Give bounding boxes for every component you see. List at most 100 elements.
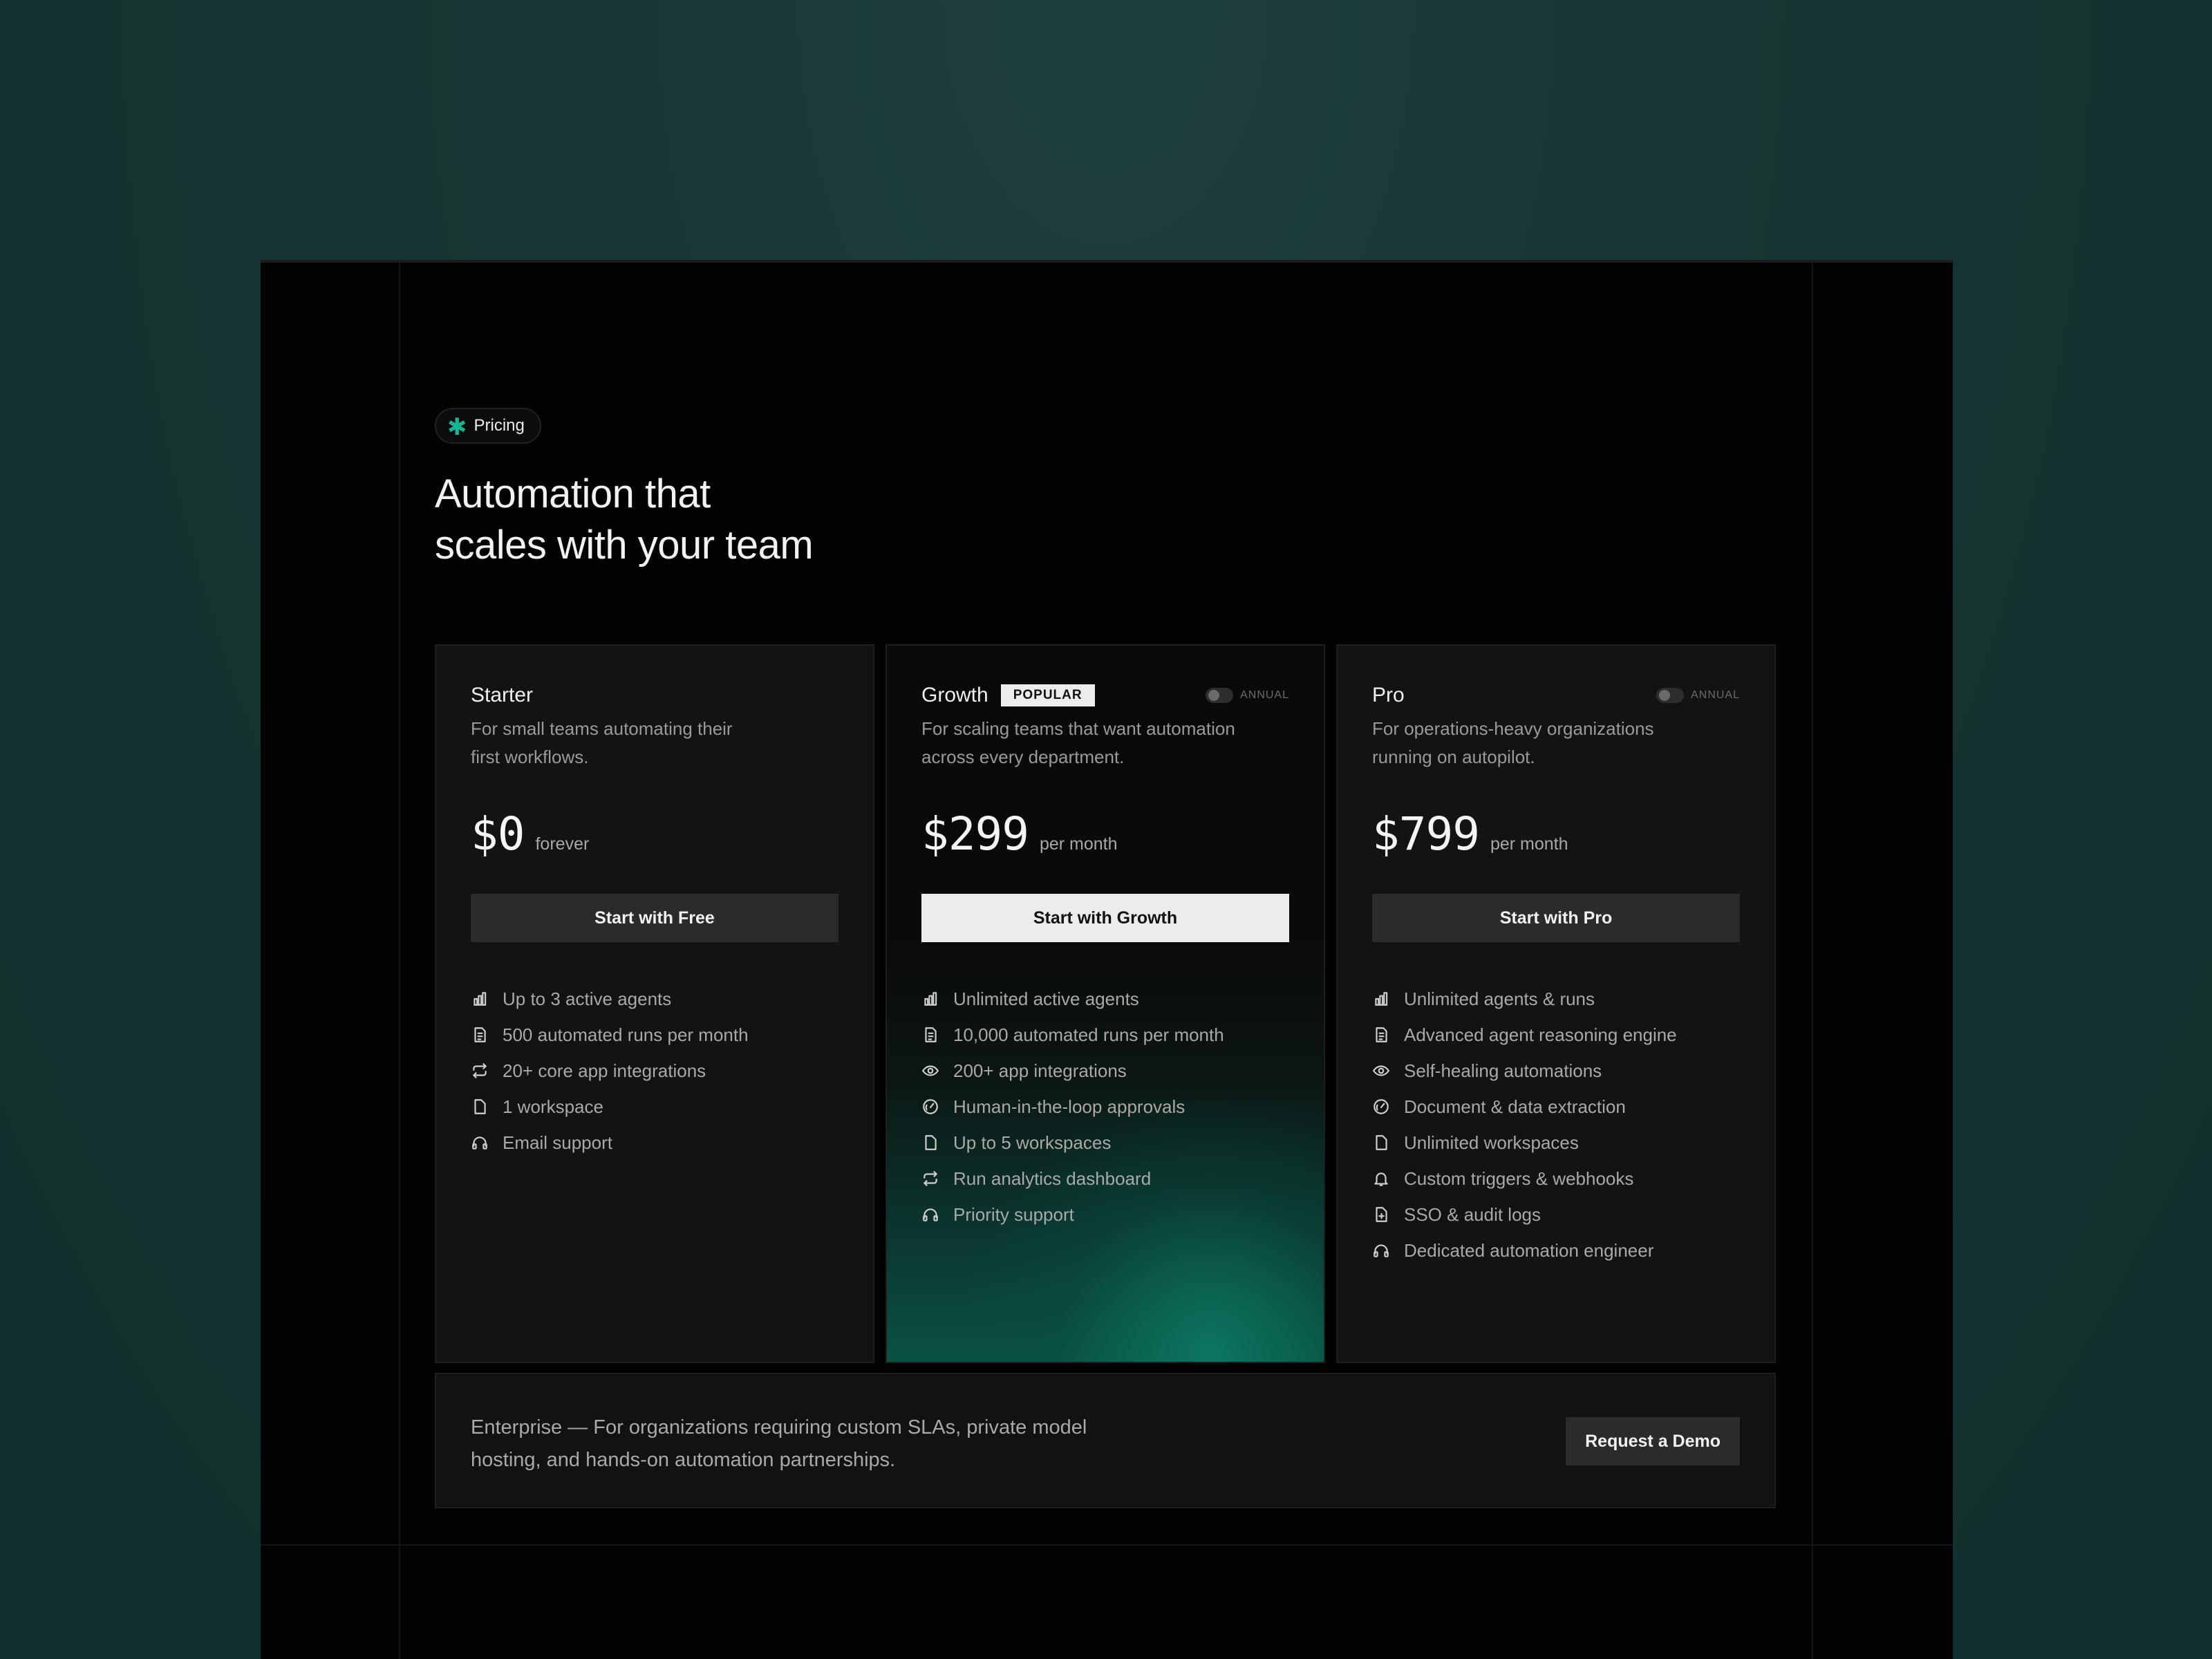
feature-list: Unlimited active agents 10,000 automated … — [921, 981, 1289, 1232]
feature-label: Custom triggers & webhooks — [1404, 1168, 1634, 1189]
feature-item: 500 automated runs per month — [471, 1017, 838, 1053]
enterprise-text: Enterprise — For organizations requiring… — [471, 1416, 1087, 1471]
pricing-section: ✱ Pricing Automation that scales with yo… — [261, 260, 1953, 1659]
file-plus-icon — [1372, 1206, 1390, 1224]
feature-item: Dedicated automation engineer — [1372, 1232, 1740, 1268]
feature-list: Up to 3 active agents 500 automated runs … — [471, 981, 838, 1161]
plan-description: For small teams automating their first w… — [471, 718, 733, 767]
price-row: $0 forever — [471, 807, 838, 861]
feature-item: 1 workspace — [471, 1089, 838, 1125]
plan-period: per month — [1039, 834, 1118, 854]
title-line-2: scales with your team — [435, 523, 814, 568]
bar-chart-icon — [921, 990, 939, 1008]
feature-label: Unlimited agents & runs — [1404, 988, 1595, 1009]
feature-item: Self-healing automations — [1372, 1053, 1740, 1089]
plan-name: Starter — [471, 684, 534, 706]
feature-item: 10,000 automated runs per month — [921, 1017, 1289, 1053]
feature-label: SSO & audit logs — [1404, 1203, 1541, 1225]
grid-line — [261, 1544, 1953, 1546]
plan-name: Growth — [921, 684, 988, 706]
feature-label: 1 workspace — [503, 1096, 603, 1117]
plan-price: $0 — [471, 807, 525, 861]
feature-item: 200+ app integrations — [921, 1053, 1289, 1089]
plan-card-pro: Pro ANNUAL For operations-heavy organiza… — [1336, 644, 1776, 1363]
feature-label: 500 automated runs per month — [503, 1024, 749, 1045]
feature-label: 10,000 automated runs per month — [953, 1024, 1224, 1045]
toggle-knob — [1659, 690, 1671, 701]
toggle-knob — [1208, 690, 1220, 701]
toggle-label: ANNUAL — [1691, 689, 1740, 701]
feature-item: SSO & audit logs — [1372, 1197, 1740, 1232]
title-line-1: Automation that — [435, 471, 711, 516]
feature-label: Unlimited active agents — [953, 988, 1139, 1009]
start-growth-button[interactable]: Start with Growth — [921, 894, 1289, 942]
feature-item: Advanced agent reasoning engine — [1372, 1017, 1740, 1053]
feature-label: Run analytics dashboard — [953, 1168, 1152, 1189]
feature-item: Document & data extraction — [1372, 1089, 1740, 1125]
feature-label: Email support — [503, 1132, 612, 1153]
plan-description: For operations-heavy organizations runni… — [1372, 718, 1654, 767]
headphones-icon — [1372, 1241, 1390, 1259]
annual-toggle[interactable]: ANNUAL — [1206, 688, 1289, 703]
enterprise-banner: Enterprise — For organizations requiring… — [435, 1373, 1776, 1508]
bell-icon — [1372, 1170, 1390, 1188]
section-badge: ✱ Pricing — [435, 408, 541, 444]
feature-label: Advanced agent reasoning engine — [1404, 1024, 1677, 1045]
file-icon — [921, 1134, 939, 1152]
toggle-switch[interactable] — [1206, 688, 1234, 703]
feature-label: 20+ core app integrations — [503, 1060, 706, 1081]
headphones-icon — [921, 1206, 939, 1224]
feature-label: Document & data extraction — [1404, 1096, 1626, 1117]
feature-label: Up to 3 active agents — [503, 988, 672, 1009]
feature-item: Unlimited workspaces — [1372, 1125, 1740, 1161]
feature-label: Human-in-the-loop approvals — [953, 1096, 1185, 1117]
feature-label: Up to 5 workspaces — [953, 1132, 1112, 1153]
feature-item: 20+ core app integrations — [471, 1053, 838, 1089]
bar-chart-icon — [1372, 990, 1390, 1008]
toggle-label: ANNUAL — [1240, 689, 1289, 701]
feature-item: Human-in-the-loop approvals — [921, 1089, 1289, 1125]
plan-price: $799 — [1372, 807, 1480, 861]
badge-label: Pricing — [474, 416, 525, 435]
bar-chart-icon — [471, 990, 489, 1008]
plan-card-growth: Growth POPULAR ANNUAL For scaling teams … — [885, 644, 1325, 1363]
feature-label: Self-healing automations — [1404, 1060, 1602, 1081]
document-icon — [921, 1026, 939, 1044]
feature-list: Unlimited agents & runs Advanced agent re… — [1372, 981, 1740, 1268]
repeat-icon — [471, 1062, 489, 1080]
plan-card-starter: Starter For small teams automating their… — [435, 644, 874, 1363]
request-demo-button[interactable]: Request a Demo — [1566, 1417, 1740, 1465]
eye-icon — [1372, 1062, 1390, 1080]
plan-price: $299 — [921, 807, 1029, 861]
plan-name: Pro — [1372, 684, 1405, 706]
grid-line — [1812, 263, 1813, 1659]
feature-label: Priority support — [953, 1203, 1074, 1225]
grid-line — [399, 263, 400, 1659]
feature-item: Up to 3 active agents — [471, 981, 838, 1017]
feature-item: Run analytics dashboard — [921, 1161, 1289, 1197]
plan-description: For scaling teams that want automation a… — [921, 718, 1235, 767]
gauge-icon — [1372, 1098, 1390, 1116]
start-free-button[interactable]: Start with Free — [471, 894, 838, 942]
start-pro-button[interactable]: Start with Pro — [1372, 894, 1740, 942]
feature-item: Email support — [471, 1125, 838, 1161]
eye-icon — [921, 1062, 939, 1080]
toggle-switch[interactable] — [1656, 688, 1685, 703]
file-icon — [1372, 1134, 1390, 1152]
price-row: $299 per month — [921, 807, 1289, 861]
feature-label: 200+ app integrations — [953, 1060, 1127, 1081]
plan-period: per month — [1490, 834, 1568, 854]
popular-badge: POPULAR — [1000, 684, 1095, 706]
feature-item: Up to 5 workspaces — [921, 1125, 1289, 1161]
annual-toggle[interactable]: ANNUAL — [1656, 688, 1740, 703]
feature-item: Custom triggers & webhooks — [1372, 1161, 1740, 1197]
feature-item: Unlimited agents & runs — [1372, 981, 1740, 1017]
feature-label: Dedicated automation engineer — [1404, 1239, 1654, 1261]
file-icon — [471, 1098, 489, 1116]
repeat-icon — [921, 1170, 939, 1188]
plan-period: forever — [535, 834, 590, 854]
document-icon — [1372, 1026, 1390, 1044]
feature-label: Unlimited workspaces — [1404, 1132, 1579, 1153]
headphones-icon — [471, 1134, 489, 1152]
feature-item: Unlimited active agents — [921, 981, 1289, 1017]
